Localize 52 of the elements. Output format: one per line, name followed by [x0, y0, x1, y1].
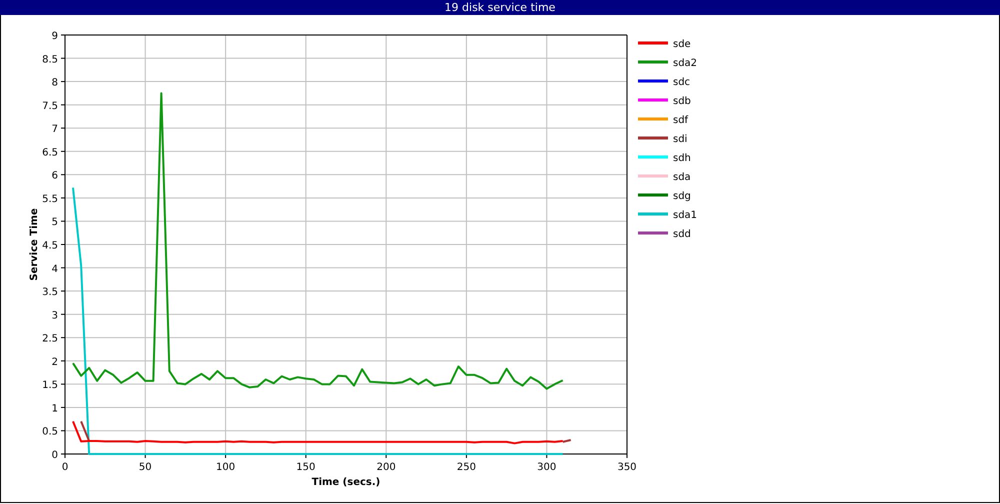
legend-swatch	[638, 194, 668, 196]
tick-label: 2	[52, 356, 58, 368]
tick-label: 5	[52, 217, 58, 228]
tick-label: 50	[138, 462, 152, 473]
legend-swatch	[638, 212, 668, 216]
tick-label: 250	[456, 462, 476, 473]
legend-label: sdc	[673, 77, 690, 88]
legend-label: sdd	[673, 229, 691, 240]
legend-swatch	[638, 42, 668, 44]
legend-swatch	[638, 60, 668, 64]
tick-label: 8	[52, 78, 58, 89]
legend-label: sdi	[673, 134, 688, 145]
legend-swatch	[638, 174, 668, 178]
tick-label: 1	[52, 403, 58, 414]
legend-swatch	[638, 118, 668, 120]
tick-label: 1.5	[42, 380, 58, 392]
tick-label: 0	[62, 462, 68, 473]
legend-swatch	[638, 232, 668, 234]
tick-label: 0	[52, 450, 58, 461]
y-axis-label: Service Time	[29, 208, 40, 281]
tick-label: 5.5	[42, 194, 58, 205]
tick-label: 100	[216, 462, 236, 473]
tick-label: 3.5	[42, 287, 58, 298]
legend-label: sde	[673, 39, 691, 50]
tick-label: 350	[617, 462, 637, 473]
chart-title: 19 disk service time	[0, 0, 1000, 15]
tick-label: 6	[52, 170, 58, 182]
tick-label: 3	[52, 310, 58, 322]
legend-swatch	[638, 80, 668, 82]
legend-label: sdb	[673, 96, 691, 107]
legend-swatch	[638, 156, 668, 158]
legend-label: sda1	[673, 210, 698, 221]
tick-label: 4	[52, 264, 58, 275]
tick-label: 200	[376, 462, 396, 473]
tick-label: 2.5	[42, 334, 58, 345]
tick-label: 0.5	[42, 426, 58, 438]
tick-label: 7.5	[42, 100, 58, 112]
legend-swatch	[638, 136, 668, 140]
legend-label: sda	[673, 172, 691, 183]
legend-label: sda2	[673, 58, 698, 69]
legend-label: sdg	[673, 191, 691, 202]
tick-label: 300	[537, 462, 556, 473]
tick-label: 4.5	[42, 240, 58, 252]
tick-label: 7	[52, 124, 58, 136]
legend-label: sdh	[673, 153, 691, 164]
legend-label: sdf	[673, 115, 688, 126]
x-axis-label: Time (secs.)	[312, 477, 380, 488]
tick-label: 150	[296, 462, 316, 473]
tick-label: 6.5	[42, 147, 58, 158]
legend-swatch	[638, 98, 668, 102]
tick-label: 9	[52, 31, 58, 42]
tick-label: 8.5	[42, 54, 58, 66]
